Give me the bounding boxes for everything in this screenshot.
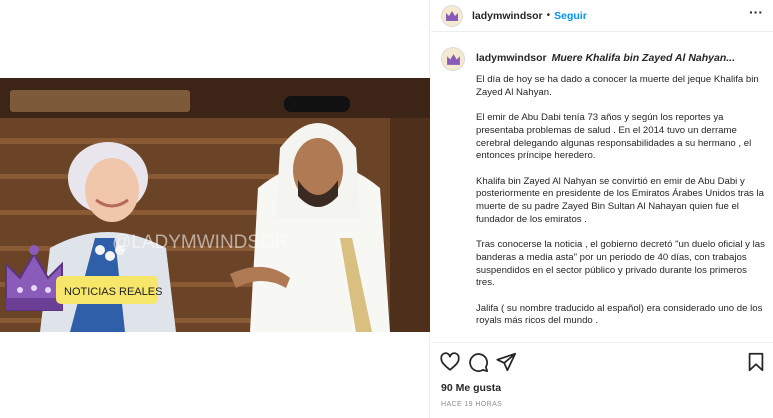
share-icon[interactable]	[495, 351, 517, 373]
post-header: ladymwindsor • Seguir ···	[431, 0, 773, 31]
actions-divider	[431, 342, 773, 343]
header-username[interactable]: ladymwindsor	[472, 10, 543, 22]
bookmark-icon[interactable]	[745, 351, 767, 373]
post-timestamp[interactable]: HACE 19 HORAS	[441, 401, 502, 408]
post-media-panel: @LADYMWINDSOR NOTICIAS REALES	[0, 0, 430, 418]
likes-count[interactable]: 90 Me gusta	[441, 382, 501, 394]
avatar[interactable]	[441, 4, 463, 27]
action-bar	[431, 347, 773, 375]
caption-paragraph: Tras conocerse la noticia , el gobierno …	[476, 239, 765, 289]
separator-dot: •	[546, 10, 551, 21]
post-photo[interactable]: @LADYMWINDSOR NOTICIAS REALES	[0, 78, 430, 332]
follow-button[interactable]: Seguir	[554, 10, 587, 22]
watermark-text: @LADYMWINDSOR	[112, 232, 289, 253]
more-icon[interactable]: ···	[749, 4, 763, 20]
crown-avatar-icon	[446, 53, 460, 65]
caption-area: ladymwindsor Muere Khalifa bin Zayed Al …	[431, 32, 773, 342]
caption-avatar[interactable]	[441, 47, 465, 71]
badge-text: NOTICIAS REALES	[64, 286, 162, 298]
caption-username[interactable]: ladymwindsor	[476, 52, 547, 64]
comment-icon[interactable]	[467, 351, 489, 373]
caption-paragraph: El día de hoy se ha dado a conocer la mu…	[476, 74, 759, 98]
caption-header: ladymwindsor Muere Khalifa bin Zayed Al …	[441, 47, 735, 71]
photo-illustration: @LADYMWINDSOR NOTICIAS REALES	[0, 78, 430, 332]
caption-paragraph: El emir de Abu Dabi tenía 73 años y segú…	[476, 112, 752, 162]
caption-title: Muere Khalifa bin Zayed Al Nahyan...	[551, 52, 736, 64]
crown-avatar-icon	[446, 10, 458, 21]
caption-paragraph: Khalifa bin Zayed Al Nahyan se convirtió…	[476, 175, 764, 225]
caption-paragraph: Jalifa ( su nombre traducido al español)…	[476, 302, 763, 327]
caption-body: El día de hoy se ha dado a conocer la mu…	[476, 74, 766, 341]
post-side-panel: ladymwindsor • Seguir ··· ladymwindsor M…	[431, 0, 773, 418]
heart-icon[interactable]	[439, 351, 461, 373]
